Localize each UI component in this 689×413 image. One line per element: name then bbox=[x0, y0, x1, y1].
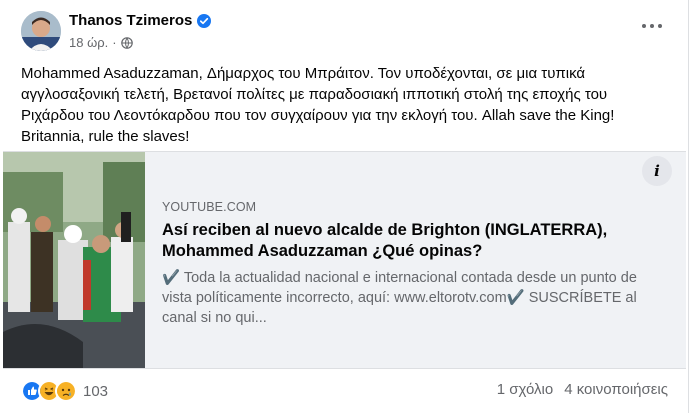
comments-count-link[interactable]: 1 σχόλιο bbox=[497, 381, 553, 398]
link-title[interactable]: Así reciben al nuevo alcalde de Brighton… bbox=[162, 220, 662, 262]
link-thumbnail[interactable] bbox=[3, 152, 145, 368]
link-text-block: YOUTUBE.COM Así reciben al nuevo alcalde… bbox=[162, 200, 662, 328]
link-description: ✔️ Toda la actualidad nacional e interna… bbox=[162, 270, 637, 326]
post-body-text: Mohammed Asaduzzaman, Δήμαρχος του Μπράι… bbox=[21, 65, 615, 145]
more-options-icon[interactable] bbox=[642, 21, 662, 31]
meta-separator: · bbox=[112, 35, 117, 50]
shares-count-link[interactable]: 4 κοινοποιήσεις bbox=[564, 381, 668, 398]
reaction-icons bbox=[21, 380, 77, 402]
sad-reaction-icon bbox=[55, 380, 77, 402]
reactions-summary[interactable]: 103 bbox=[21, 380, 108, 402]
post-card: Thanos Tzimeros 18 ώρ. · Mohammed Asaduz… bbox=[0, 0, 689, 413]
link-domain: YOUTUBE.COM bbox=[162, 200, 257, 214]
globe-icon bbox=[120, 36, 133, 49]
engagement-stats: 1 σχόλιο 4 κοινοποιήσεις bbox=[497, 381, 668, 398]
verified-badge-icon bbox=[197, 13, 212, 28]
info-icon[interactable]: i bbox=[642, 156, 672, 186]
author-avatar[interactable] bbox=[21, 11, 61, 51]
reaction-count: 103 bbox=[83, 382, 109, 400]
post-meta: 18 ώρ. · bbox=[69, 35, 133, 50]
author-name[interactable]: Thanos Tzimeros bbox=[69, 12, 192, 29]
link-preview[interactable]: YOUTUBE.COM Así reciben al nuevo alcalde… bbox=[3, 151, 686, 369]
post-timestamp[interactable]: 18 ώρ. bbox=[69, 35, 108, 50]
author-name-row: Thanos Tzimeros bbox=[69, 12, 212, 29]
